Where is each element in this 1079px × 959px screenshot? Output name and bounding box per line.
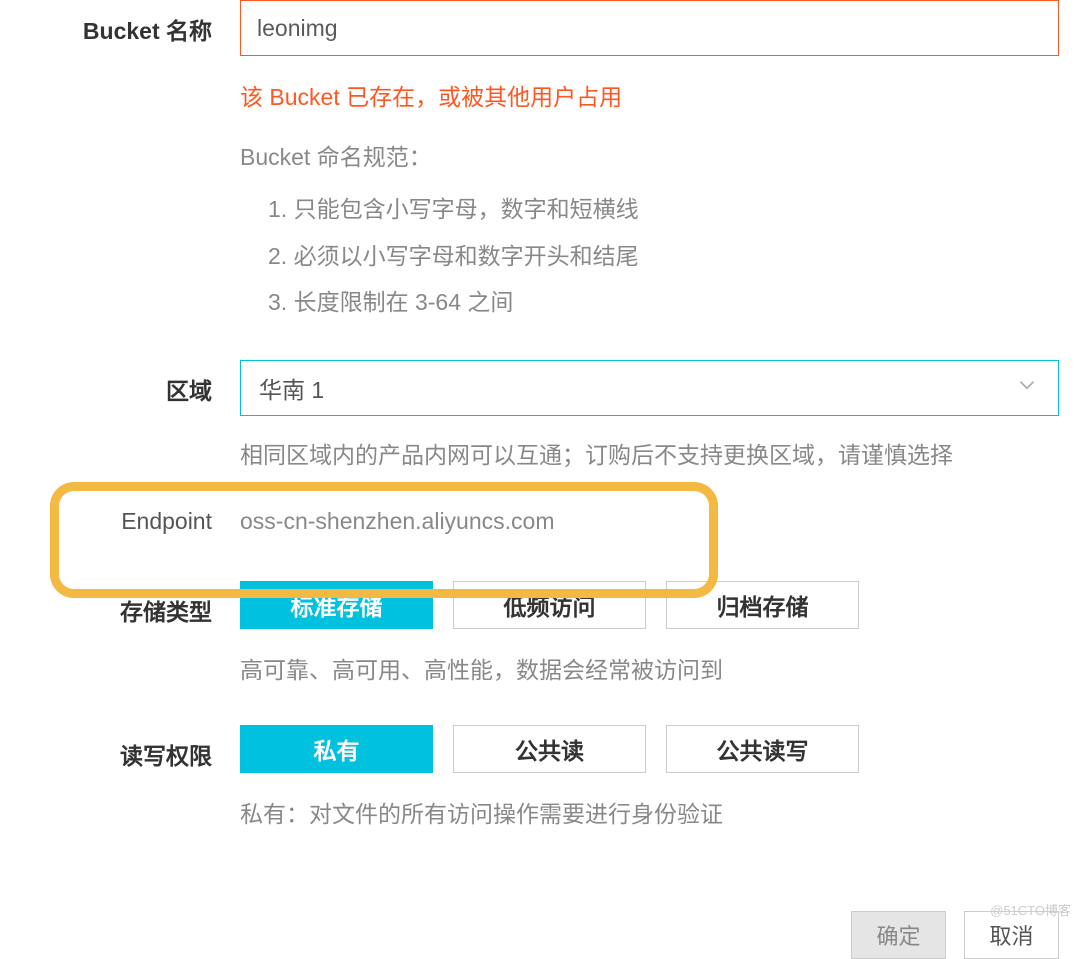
region-hint: 相同区域内的产品内网可以互通；订购后不支持更换区域，请谨慎选择 [240,438,1059,473]
bucket-error-text: 该 Bucket 已存在，或被其他用户占用 [240,78,1059,112]
acl-option-private[interactable]: 私有 [240,725,433,773]
storage-option-archive[interactable]: 归档存储 [666,581,859,629]
bucket-rule-item: 2. 必须以小写字母和数字开头和结尾 [268,239,1059,274]
chevron-down-icon [1014,372,1040,404]
endpoint-label: Endpoint [0,496,240,535]
storage-button-group: 标准存储 低频访问 归档存储 [240,581,1059,629]
storage-label: 存储类型 [0,581,240,627]
acl-option-public-read[interactable]: 公共读 [453,725,646,773]
endpoint-value: oss-cn-shenzhen.aliyuncs.com [240,496,1059,535]
bucket-name-input[interactable] [240,0,1059,56]
acl-button-group: 私有 公共读 公共读写 [240,725,1059,773]
bucket-rule-item: 3. 长度限制在 3-64 之间 [268,285,1059,320]
bucket-rules-list: 1. 只能包含小写字母，数字和短横线 2. 必须以小写字母和数字开头和结尾 3.… [240,192,1059,320]
region-select[interactable]: 华南 1 [240,360,1059,416]
storage-option-ia[interactable]: 低频访问 [453,581,646,629]
acl-hint: 私有：对文件的所有访问操作需要进行身份验证 [240,795,1059,829]
watermark-text: @51CTO博客 [990,900,1071,919]
storage-option-standard[interactable]: 标准存储 [240,581,433,629]
region-label: 区域 [0,360,240,406]
acl-option-public-rw[interactable]: 公共读写 [666,725,859,773]
bucket-rule-item: 1. 只能包含小写字母，数字和短横线 [268,192,1059,227]
region-value: 华南 1 [259,371,324,405]
acl-label: 读写权限 [0,725,240,771]
bucket-rules-title: Bucket 命名规范： [240,138,1059,172]
confirm-button[interactable]: 确定 [851,911,946,959]
bucket-name-label: Bucket 名称 [0,0,240,46]
storage-hint: 高可靠、高可用、高性能，数据会经常被访问到 [240,651,1059,685]
